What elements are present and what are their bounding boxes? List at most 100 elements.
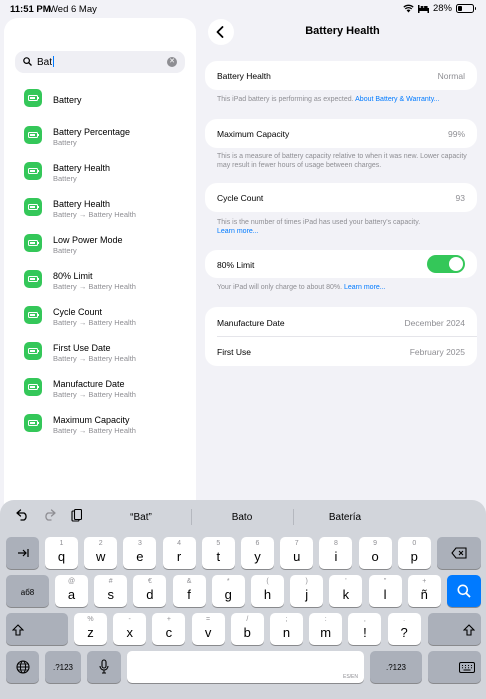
clear-search-icon[interactable]: ✕ (167, 57, 177, 67)
key[interactable]: # s (94, 575, 128, 607)
toggle-knob (449, 257, 463, 271)
search-result-item[interactable]: Battery Health Battery (24, 159, 189, 189)
key-alt-label: ; (285, 616, 288, 623)
numbers-key-right[interactable]: .?123 (370, 651, 422, 683)
undo-icon[interactable] (16, 509, 29, 521)
key-label: z (87, 625, 94, 640)
globe-key[interactable] (6, 651, 39, 683)
battery-health-label: Battery Health (217, 71, 271, 81)
paste-icon[interactable] (71, 509, 82, 522)
search-input[interactable]: Bat ✕ (15, 51, 185, 73)
key[interactable]: ,! (348, 613, 382, 645)
search-result-item[interactable]: Battery Percentage Battery (24, 123, 189, 153)
search-result-item[interactable]: Low Power Mode Battery (24, 231, 189, 261)
tab-key[interactable] (6, 537, 39, 569)
suggestion-3[interactable]: Batería (300, 512, 390, 523)
cycle-count-learn-more-link[interactable]: Learn more... (217, 228, 259, 235)
key[interactable]: 4r (162, 537, 196, 569)
key[interactable]: 5t (201, 537, 235, 569)
search-result-item[interactable]: Battery (24, 86, 189, 116)
key[interactable]: :m (309, 613, 343, 645)
status-bar: 11:51 PM Wed 6 May 28% (0, 0, 486, 18)
search-result-item[interactable]: Maximum Capacity Battery → Battery Health (24, 411, 189, 441)
back-button[interactable] (208, 19, 234, 45)
key-label: g (224, 587, 232, 602)
battery-icon (456, 4, 476, 13)
hide-keyboard-key[interactable] (428, 651, 481, 683)
key-label: q (57, 549, 66, 564)
limit-80-toggle[interactable] (427, 255, 465, 273)
key-label: ? (400, 625, 408, 640)
key[interactable]: ' k (329, 575, 363, 607)
key-alt-label: 6 (255, 540, 260, 547)
key[interactable]: -x (113, 613, 147, 645)
key[interactable]: 1q (45, 537, 78, 569)
key[interactable]: 6y (241, 537, 274, 569)
key-alt-label: ( (266, 578, 269, 585)
search-result-path: Battery (53, 174, 77, 183)
battery-glyph (27, 132, 39, 138)
key[interactable]: ) j (290, 575, 324, 607)
battery-glyph (27, 312, 39, 318)
suggestion-1[interactable]: “Bat” (96, 512, 186, 523)
first-use-label: First Use (217, 347, 251, 357)
key[interactable]: 0p (397, 537, 431, 569)
key-label: e (136, 549, 144, 564)
numbers-key-left[interactable]: .?123 (45, 651, 81, 683)
maximum-capacity-footnote: This is a measure of battery capacity re… (217, 153, 467, 169)
search-result-title: First Use Date (53, 343, 111, 353)
numbers-key-label: .?123 (385, 663, 407, 672)
shift-right-key[interactable] (428, 613, 481, 645)
caps-key[interactable]: aб8 (6, 575, 49, 607)
key[interactable]: = v (191, 613, 225, 645)
search-result-title: Low Power Mode (53, 235, 123, 245)
key-alt-label: 8 (333, 540, 338, 547)
search-result-item[interactable]: 80% Limit Battery → Battery Health (24, 267, 189, 297)
key-label: h (263, 587, 272, 602)
search-result-item[interactable]: Battery Health Battery → Battery Health (24, 195, 189, 225)
key[interactable]: 2w (84, 537, 118, 569)
key-alt-label: % (87, 616, 94, 623)
key[interactable]: @ a (55, 575, 88, 607)
battery-health-row[interactable]: Battery Health Normal (205, 61, 477, 90)
key-alt-label: 5 (216, 540, 221, 547)
delete-key[interactable] (437, 537, 481, 569)
search-result-path: Battery (53, 246, 77, 255)
key[interactable]: * g (211, 575, 245, 607)
dictation-key[interactable] (87, 651, 121, 683)
search-result-path: Battery (53, 138, 77, 147)
search-result-title: 80% Limit (53, 271, 93, 281)
search-result-item[interactable]: Manufacture Date Battery → Battery Health (24, 375, 189, 405)
key[interactable]: ; n (270, 613, 303, 645)
search-result-item[interactable]: First Use Date Battery → Battery Health (24, 339, 189, 369)
about-battery-warranty-link[interactable]: About Battery & Warranty... (355, 96, 439, 103)
search-icon (457, 584, 471, 598)
key[interactable]: " l (368, 575, 402, 607)
battery-app-icon (24, 342, 42, 360)
limit-learn-more-link[interactable]: Learn more... (344, 284, 386, 291)
space-key[interactable]: ES/EN (127, 651, 364, 683)
key[interactable]: + c (152, 613, 186, 645)
key[interactable]: € d (133, 575, 167, 607)
key[interactable]: 8i (319, 537, 353, 569)
key[interactable]: 7u (280, 537, 314, 569)
key-alt-label: + (422, 578, 427, 585)
shift-left-key[interactable] (6, 613, 68, 645)
search-result-item[interactable]: Cycle Count Battery → Battery Health (24, 303, 189, 333)
key-label: d (146, 587, 154, 602)
suggestion-2[interactable]: Bato (197, 512, 287, 523)
search-key[interactable] (447, 575, 481, 607)
battery-glyph (27, 168, 39, 174)
key[interactable]: .? (387, 613, 421, 645)
search-result-path: Battery → Battery Health (53, 390, 136, 399)
key[interactable]: 9o (358, 537, 392, 569)
redo-icon[interactable] (43, 509, 56, 521)
key-alt-label: @ (67, 578, 76, 585)
key[interactable]: + ñ (407, 575, 441, 607)
key[interactable]: / b (230, 613, 264, 645)
key[interactable]: % z (74, 613, 107, 645)
key[interactable]: & f (172, 575, 206, 607)
key[interactable]: 3e (123, 537, 157, 569)
key-label: s (107, 587, 114, 602)
key[interactable]: (h (251, 575, 284, 607)
